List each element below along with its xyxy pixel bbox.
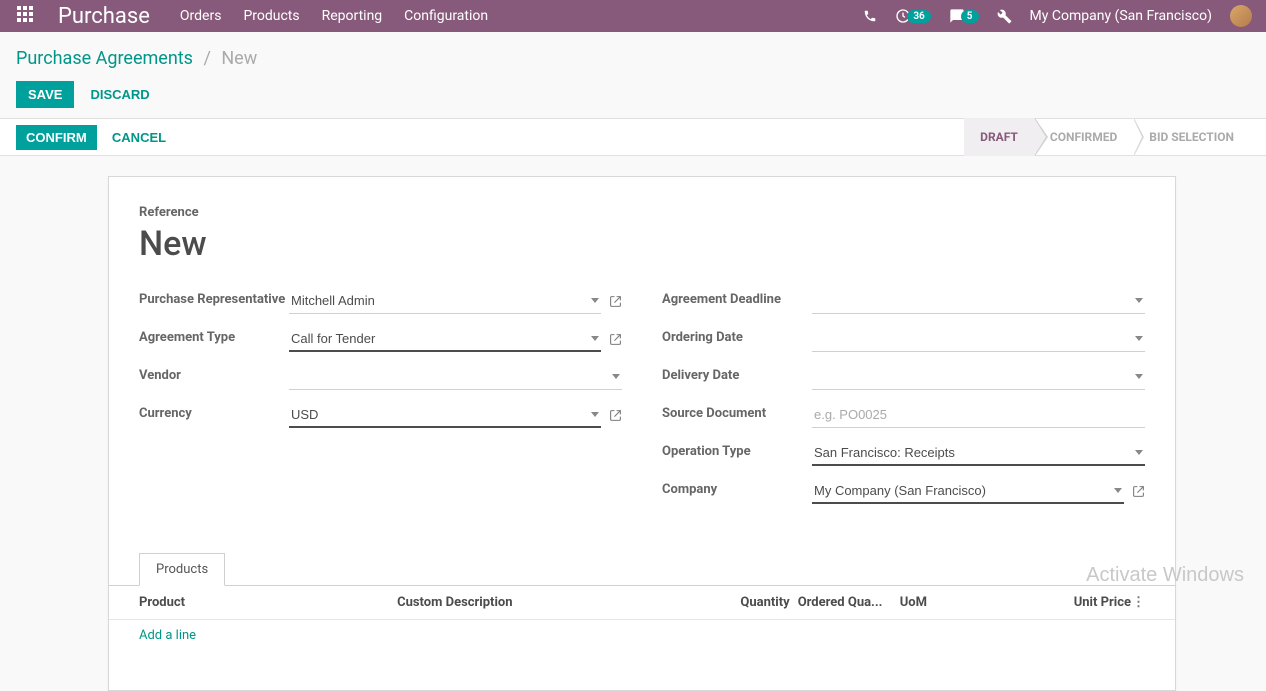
vendor-label: Vendor xyxy=(139,364,289,385)
type-input[interactable] xyxy=(291,331,587,346)
th-product: Product xyxy=(139,595,397,610)
menu-configuration[interactable]: Configuration xyxy=(404,8,488,24)
form-left-column: Purchase Representative Agreement Type xyxy=(139,288,622,516)
stage-confirmed[interactable]: CONFIRMED xyxy=(1034,118,1133,156)
chevron-down-icon[interactable] xyxy=(1135,374,1143,379)
column-menu-icon[interactable]: ⋮ xyxy=(1131,595,1145,610)
form-sheet: Reference New Purchase Representative Ag… xyxy=(108,176,1176,691)
vendor-input[interactable] xyxy=(291,369,608,384)
main-menu: Orders Products Reporting Configuration xyxy=(180,8,488,24)
menu-orders[interactable]: Orders xyxy=(180,8,222,24)
th-quantity: Quantity xyxy=(720,595,790,610)
chevron-down-icon[interactable] xyxy=(591,336,599,341)
optype-label: Operation Type xyxy=(662,440,812,461)
breadcrumb: Purchase Agreements / New xyxy=(0,32,1266,71)
cancel-button[interactable]: CANCEL xyxy=(112,130,166,145)
form-actions: SAVE DISCARD xyxy=(0,71,1266,118)
chevron-down-icon[interactable] xyxy=(591,298,599,303)
discard-button[interactable]: DISCARD xyxy=(90,87,149,102)
rep-input[interactable] xyxy=(291,293,587,308)
th-unit-price: Unit Price xyxy=(970,595,1131,610)
source-input[interactable] xyxy=(814,407,1143,422)
phone-icon[interactable] xyxy=(863,9,877,23)
chevron-down-icon[interactable] xyxy=(1135,450,1143,455)
company-input[interactable] xyxy=(814,483,1110,498)
chevron-down-icon[interactable] xyxy=(591,412,599,417)
app-brand[interactable]: Purchase xyxy=(58,4,150,29)
breadcrumb-parent[interactable]: Purchase Agreements xyxy=(16,48,193,69)
chevron-down-icon[interactable] xyxy=(1135,298,1143,303)
reference-label: Reference xyxy=(139,205,1145,220)
source-label: Source Document xyxy=(662,402,812,423)
deadline-label: Agreement Deadline xyxy=(662,288,812,309)
ordering-label: Ordering Date xyxy=(662,326,812,347)
confirm-button[interactable]: CONFIRM xyxy=(16,125,97,150)
rep-label: Purchase Representative xyxy=(139,288,289,309)
stage-pipeline: DRAFT CONFIRMED BID SELECTION xyxy=(964,118,1250,156)
th-ordered-qty: Ordered Qua... xyxy=(790,595,900,610)
th-description: Custom Description xyxy=(397,595,720,610)
form-right-column: Agreement Deadline Ordering Date Deliver… xyxy=(662,288,1145,516)
th-uom: UoM xyxy=(900,595,970,610)
chevron-down-icon[interactable] xyxy=(1114,488,1122,493)
apps-icon[interactable] xyxy=(16,5,38,27)
stage-draft[interactable]: DRAFT xyxy=(964,118,1034,156)
stage-bid-selection[interactable]: BID SELECTION xyxy=(1133,118,1250,156)
deadline-input[interactable] xyxy=(814,293,1131,308)
products-table: Product Custom Description Quantity Orde… xyxy=(109,585,1175,690)
messages-badge: 5 xyxy=(961,10,979,23)
activity-badge: 36 xyxy=(907,10,930,23)
currency-label: Currency xyxy=(139,402,289,423)
external-link-icon[interactable] xyxy=(609,295,622,308)
windows-watermark: Activate Windows xyxy=(1086,564,1244,587)
breadcrumb-separator: / xyxy=(203,48,210,69)
chevron-down-icon[interactable] xyxy=(612,374,620,379)
notebook-tabs: Products xyxy=(139,552,1145,585)
external-link-icon[interactable] xyxy=(609,409,622,422)
activity-icon[interactable]: 36 xyxy=(895,8,930,24)
company-label: Company xyxy=(662,478,812,499)
user-avatar[interactable] xyxy=(1230,5,1252,27)
delivery-label: Delivery Date xyxy=(662,364,812,385)
type-label: Agreement Type xyxy=(139,326,289,347)
debug-icon[interactable] xyxy=(997,9,1012,24)
menu-products[interactable]: Products xyxy=(243,8,299,24)
optype-input[interactable] xyxy=(814,445,1131,460)
ordering-input[interactable] xyxy=(814,331,1131,346)
company-switcher[interactable]: My Company (San Francisco) xyxy=(1030,8,1212,24)
save-button[interactable]: SAVE xyxy=(16,81,74,108)
status-bar: CONFIRM CANCEL DRAFT CONFIRMED BID SELEC… xyxy=(0,118,1266,156)
add-line-link[interactable]: Add a line xyxy=(139,628,196,643)
breadcrumb-current: New xyxy=(221,48,257,69)
reference-value: New xyxy=(139,224,1145,264)
delivery-input[interactable] xyxy=(814,369,1131,384)
menu-reporting[interactable]: Reporting xyxy=(322,8,383,24)
external-link-icon[interactable] xyxy=(609,333,622,346)
external-link-icon[interactable] xyxy=(1132,485,1145,498)
chevron-down-icon[interactable] xyxy=(1135,336,1143,341)
tab-products[interactable]: Products xyxy=(139,553,225,586)
topbar: Purchase Orders Products Reporting Confi… xyxy=(0,0,1266,32)
messages-icon[interactable]: 5 xyxy=(949,8,979,24)
currency-input[interactable] xyxy=(291,407,587,422)
